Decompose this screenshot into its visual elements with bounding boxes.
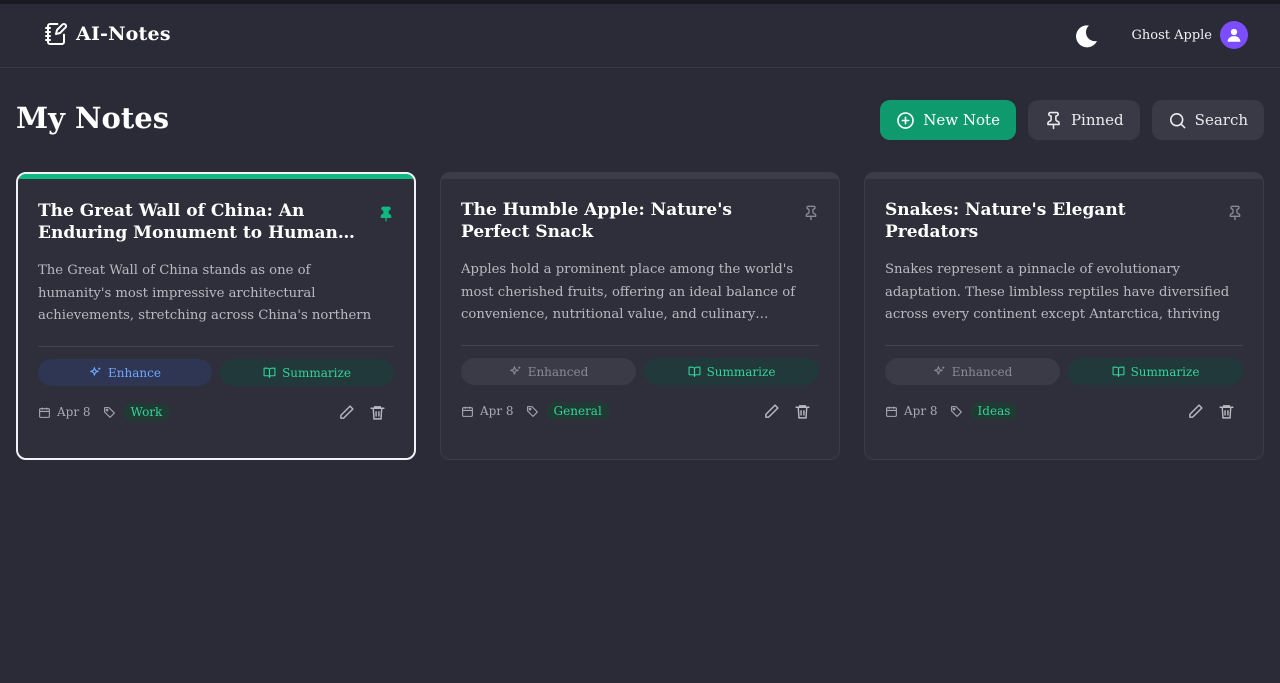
book-open-icon	[1112, 366, 1125, 377]
note-preview: Apples hold a prominent place among the …	[461, 262, 796, 322]
enhanced-label: Enhanced	[527, 364, 589, 379]
enhanced-button[interactable]: Enhanced	[461, 358, 636, 385]
user-icon	[1227, 28, 1241, 42]
sparkles-icon	[509, 366, 521, 375]
summarize-button[interactable]: Summarize	[220, 359, 394, 386]
app-header: AI-Notes Ghost Apple	[0, 4, 1280, 68]
note-title: Snakes: Nature's Elegant Predators	[885, 200, 1126, 242]
enhanced-label: Enhanced	[951, 364, 1013, 379]
summarize-button[interactable]: Summarize	[1068, 358, 1243, 385]
trash-icon[interactable]	[794, 403, 811, 420]
trash-icon[interactable]	[369, 404, 386, 421]
moon-icon[interactable]	[1072, 22, 1100, 50]
card-divider	[461, 345, 819, 346]
calendar-icon	[886, 406, 897, 417]
summarize-label: Summarize	[1130, 364, 1200, 379]
note-tag[interactable]: Work	[123, 403, 170, 421]
note-tag[interactable]: Ideas	[970, 402, 1018, 420]
note-title: The Humble Apple: Nature's Perfect Snack	[461, 200, 732, 242]
note-tag[interactable]: General	[546, 402, 609, 420]
enhance-label: Enhance	[108, 365, 161, 380]
book-open-icon	[688, 366, 701, 377]
pin-icon[interactable]	[1227, 205, 1243, 221]
enhanced-button[interactable]: Enhanced	[885, 358, 1060, 385]
note-title: The Great Wall of China: An Enduring Mon…	[38, 201, 355, 243]
pinned-label: Pinned	[1070, 111, 1124, 129]
pinned-button[interactable]: Pinned	[1027, 100, 1140, 140]
card-divider	[885, 345, 1243, 346]
sparkles-icon	[933, 366, 945, 375]
app-name: AI-Notes	[76, 23, 171, 45]
trash-icon[interactable]	[1218, 403, 1235, 420]
tag-icon	[103, 406, 115, 418]
search-icon	[1169, 112, 1186, 128]
note-date: Apr 8	[57, 405, 91, 419]
search-button[interactable]: Search	[1151, 100, 1264, 140]
search-label: Search	[1194, 111, 1248, 129]
new-note-label: New Note	[923, 111, 1000, 129]
note-card[interactable]: The Great Wall of China: An Enduring Mon…	[16, 172, 416, 460]
note-preview: The Great Wall of China stands as one of…	[38, 263, 372, 323]
pin-filled-icon[interactable]	[378, 206, 394, 222]
pin-icon	[1047, 111, 1060, 129]
user-name: Ghost Apple	[1131, 27, 1213, 43]
plus-circle-icon	[897, 111, 915, 129]
toolbar: New Note Pinned Search	[880, 100, 1264, 140]
book-open-icon	[263, 367, 276, 378]
note-card[interactable]: Snakes: Nature's Elegant Predators Snake…	[864, 172, 1264, 460]
card-divider	[38, 346, 394, 347]
edit-icon[interactable]	[1187, 403, 1204, 420]
note-card[interactable]: The Humble Apple: Nature's Perfect Snack…	[440, 172, 840, 460]
pin-icon[interactable]	[803, 205, 819, 221]
page-title: My Notes	[16, 101, 170, 135]
avatar[interactable]	[1220, 21, 1248, 49]
summarize-label: Summarize	[706, 364, 776, 379]
edit-icon[interactable]	[763, 403, 780, 420]
tag-icon	[526, 405, 538, 417]
tag-icon	[950, 405, 962, 417]
brand[interactable]: AI-Notes	[44, 22, 171, 46]
note-preview: Snakes represent a pinnacle of evolution…	[885, 262, 1230, 322]
enhance-button[interactable]: Enhance	[38, 359, 212, 386]
new-note-button[interactable]: New Note	[880, 100, 1016, 140]
notebook-pen-icon	[45, 23, 67, 45]
summarize-button[interactable]: Summarize	[644, 358, 819, 385]
edit-icon[interactable]	[338, 404, 355, 421]
summarize-label: Summarize	[282, 365, 351, 380]
calendar-icon	[462, 406, 473, 417]
user-menu[interactable]: Ghost Apple	[1131, 21, 1248, 49]
note-date: Apr 8	[904, 404, 938, 418]
sparkles-icon	[90, 367, 101, 376]
note-date: Apr 8	[480, 404, 514, 418]
calendar-icon	[39, 407, 50, 418]
